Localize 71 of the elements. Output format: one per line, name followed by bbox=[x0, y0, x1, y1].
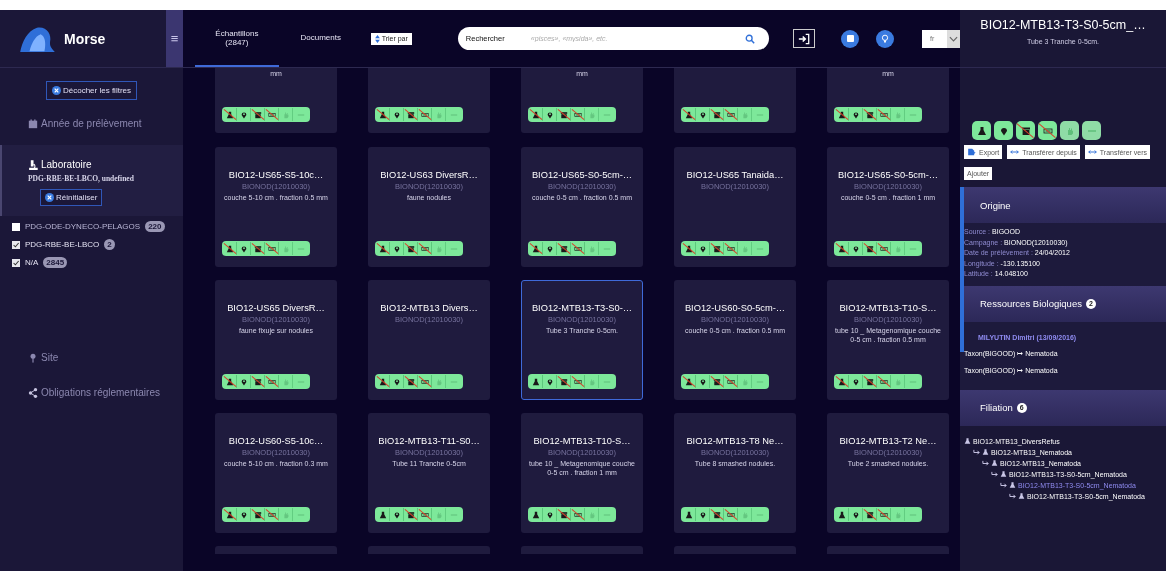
checkbox[interactable] bbox=[12, 258, 20, 267]
microscope-icon bbox=[28, 159, 38, 170]
filter-header[interactable]: Année de prélèvement bbox=[28, 118, 183, 129]
tab[interactable]: Documents bbox=[278, 10, 363, 67]
export-icon bbox=[967, 148, 976, 156]
checkbox[interactable] bbox=[12, 222, 20, 231]
count-badge: 220 bbox=[145, 221, 165, 232]
filter-header[interactable]: Obligations réglementaires bbox=[28, 387, 183, 398]
count-badge: 2 bbox=[104, 239, 115, 250]
share-icon bbox=[28, 387, 38, 398]
login-icon bbox=[798, 32, 811, 45]
app-name: Morse bbox=[64, 30, 107, 47]
sort-icon bbox=[374, 34, 380, 43]
lightbulb-icon bbox=[881, 33, 890, 44]
document-icon bbox=[1042, 125, 1053, 136]
filter-header[interactable]: Site bbox=[28, 352, 183, 363]
card-title: BIO12-MTB13-T8 Ne… bbox=[686, 436, 784, 446]
card-title: BIO12-US65 Tanaida… bbox=[686, 170, 784, 180]
card-title: BIO12-US63 DiversR… bbox=[380, 170, 478, 180]
double-arrow-icon bbox=[1010, 148, 1020, 156]
card-title: BIO12-US60-S0-5cm-… bbox=[684, 303, 786, 313]
card-title: BIO12-US60-S5-10c… bbox=[228, 436, 324, 446]
tag-status-chip[interactable] bbox=[1082, 121, 1101, 140]
stop-button[interactable] bbox=[841, 29, 860, 48]
child-arrow-icon bbox=[991, 470, 998, 478]
card-title: BIO12-MTB13-T10-S… bbox=[839, 303, 937, 313]
card-title: BIO12-MTB13 Divers… bbox=[380, 303, 478, 313]
reset-button[interactable]: Réinitialiser bbox=[40, 189, 103, 206]
filter-option[interactable]: N/A bbox=[25, 258, 39, 267]
doi-status-chip[interactable] bbox=[1038, 121, 1057, 140]
card-title: BIO12-US65-S5-10c… bbox=[228, 170, 324, 180]
card-title: BIO12-MTB13-T3-S0-… bbox=[531, 303, 633, 313]
sample-card[interactable] bbox=[368, 68, 490, 133]
close-icon bbox=[45, 193, 54, 202]
caret-icon bbox=[949, 35, 958, 42]
child-arrow-icon bbox=[1000, 481, 1007, 489]
double-arrow-icon bbox=[1087, 148, 1097, 156]
child-arrow-icon bbox=[982, 459, 989, 467]
close-icon bbox=[52, 86, 61, 95]
sample-card[interactable] bbox=[674, 68, 796, 133]
lightbulb-button[interactable] bbox=[876, 29, 895, 48]
card-title: BIO12-MTB13-T11-S0… bbox=[378, 436, 480, 446]
box-icon bbox=[1020, 125, 1031, 136]
login-button[interactable] bbox=[793, 29, 816, 48]
sample-title: BIO12-MTB13-T3-S0-5cm_… bbox=[979, 18, 1147, 32]
card-title: BIO12-US65 DiversR… bbox=[227, 303, 325, 313]
count-badge: 2845 bbox=[43, 257, 68, 268]
card-title: BIO12-MTB13-T2 Ne… bbox=[839, 436, 937, 446]
child-arrow-icon bbox=[973, 448, 980, 456]
flask-icon bbox=[976, 125, 987, 136]
hand-status-chip[interactable] bbox=[1060, 121, 1079, 140]
box-status-chip[interactable] bbox=[1016, 121, 1035, 140]
flask-icon bbox=[964, 437, 971, 445]
filter-option[interactable]: PDG-RBE-BE-LBCO bbox=[25, 240, 100, 249]
filter-option[interactable]: PDG-ODE-DYNECO-PELAGOS bbox=[25, 222, 141, 231]
card-title: BIO12-US65-S0-5cm-… bbox=[837, 170, 939, 180]
card-title: BIO12-MTB13-T10-S… bbox=[533, 436, 631, 446]
checkbox[interactable] bbox=[12, 240, 20, 249]
pin-status-chip[interactable] bbox=[994, 121, 1013, 140]
scrollbar[interactable] bbox=[960, 187, 964, 352]
filter-header[interactable]: Laboratoire bbox=[28, 159, 183, 170]
menu-button[interactable]: ≡ bbox=[166, 10, 183, 67]
calendar-icon bbox=[28, 118, 38, 129]
pin-icon bbox=[28, 352, 38, 363]
clear-filters-button[interactable]: Décocher les filtres bbox=[46, 81, 137, 100]
pin-icon bbox=[998, 125, 1009, 136]
flask-status-chip[interactable] bbox=[972, 121, 991, 140]
child-arrow-icon bbox=[1009, 492, 1016, 500]
card-title: BIO12-US65-S0-5cm-… bbox=[531, 170, 633, 180]
stop-icon bbox=[846, 35, 854, 42]
search-icon bbox=[745, 33, 756, 44]
